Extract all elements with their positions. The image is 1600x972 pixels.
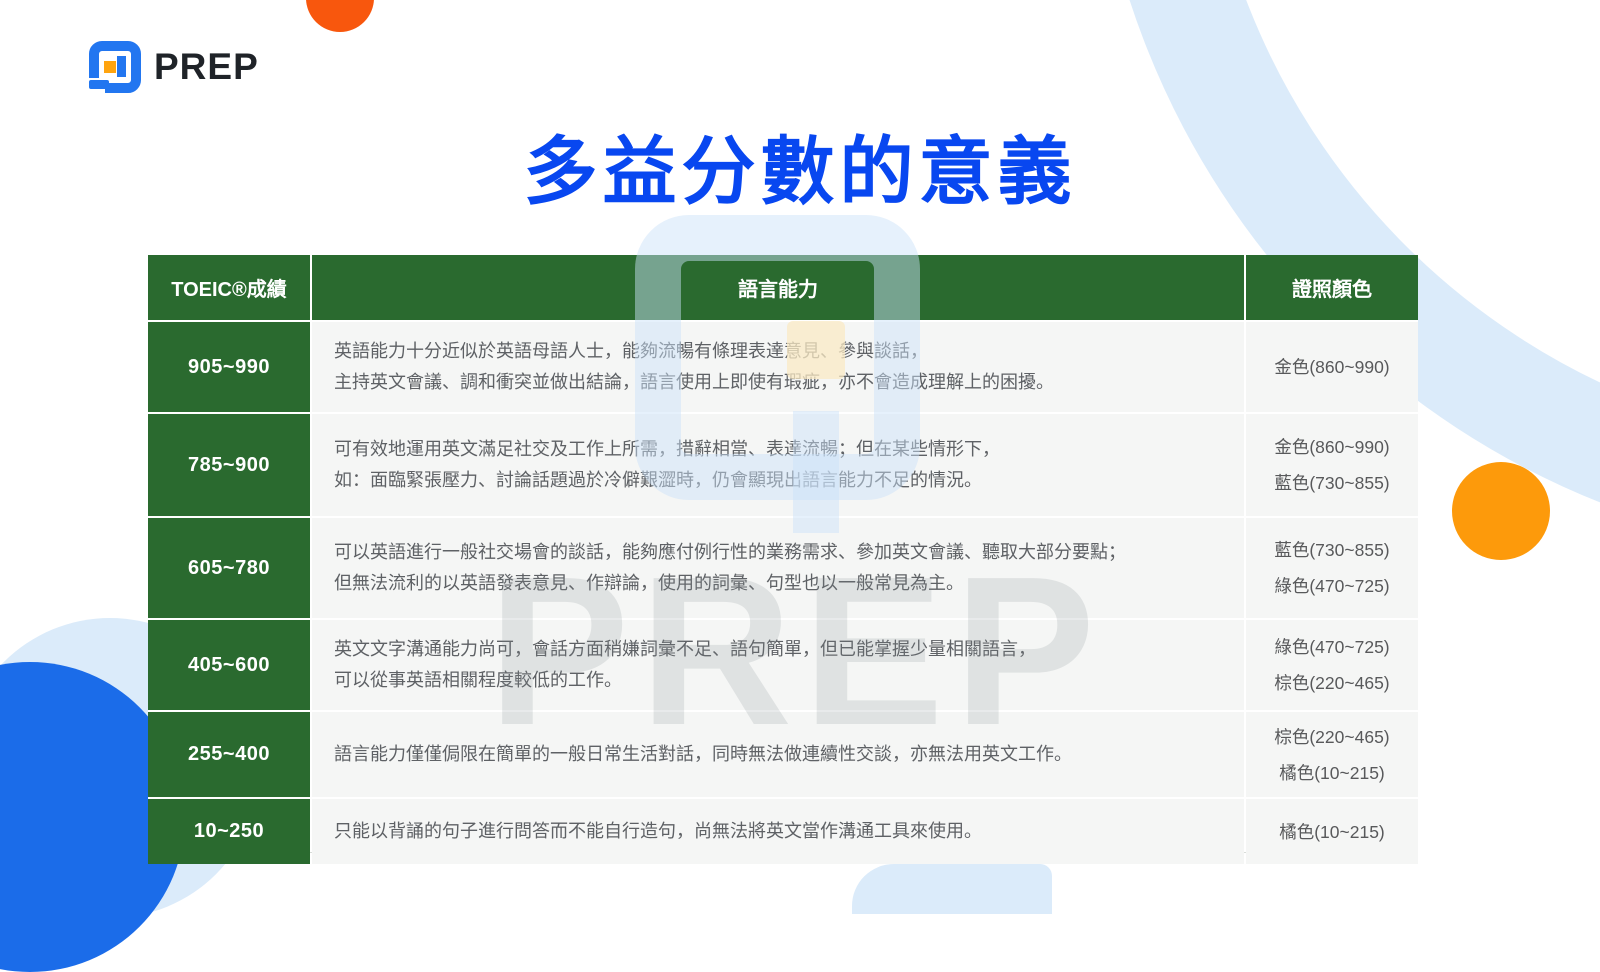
ability-line: 只能以背誦的句子進行問答而不能自行造句，尚無法將英文當作溝通工具來使用。 <box>334 816 982 847</box>
score-cell: 255~400 <box>148 712 310 797</box>
brand-logo: PREP <box>88 40 259 94</box>
brand-name: PREP <box>154 46 259 88</box>
certificate-color-cell: 橘色(10~215) <box>1246 799 1418 864</box>
ability-line: 主持英文會議、調和衝突並做出結論，語言使用上即使有瑕疵，亦不會造成理解上的困擾。 <box>334 367 1054 398</box>
ability-line: 英文文字溝通能力尚可，會話方面稍嫌詞彙不足、語句簡單，但已能掌握少量相關語言， <box>334 634 1036 665</box>
certificate-color-line: 棕色(220~465) <box>1274 722 1389 752</box>
certificate-color-cell: 金色(860~990) <box>1246 322 1418 412</box>
ability-cell: 可以英語進行一般社交場會的談話，能夠應付例行性的業務需求、參加英文會議、聽取大部… <box>312 518 1244 618</box>
header-certificate-color: 證照顏色 <box>1246 255 1418 320</box>
ability-line: 但無法流利的以英語發表意見、作辯論，使用的詞彙、句型也以一般常見為主。 <box>334 568 964 599</box>
header-language-ability: 語言能力 <box>312 255 1244 320</box>
ability-cell: 只能以背誦的句子進行問答而不能自行造句，尚無法將英文當作溝通工具來使用。 <box>312 799 1244 864</box>
certificate-color-line: 橘色(10~215) <box>1279 817 1385 847</box>
score-cell: 605~780 <box>148 518 310 618</box>
ability-line: 英語能力十分近似於英語母語人士，能夠流暢有條理表達意見、參與談話， <box>334 336 928 367</box>
score-cell: 10~250 <box>148 799 310 864</box>
ability-line: 可有效地運用英文滿足社交及工作上所需，措辭相當、表達流暢；但在某些情形下， <box>334 434 1000 465</box>
ability-line: 如：面臨緊張壓力、討論話題過於冷僻艱澀時，仍會顯現出語言能力不足的情況。 <box>334 465 982 496</box>
certificate-color-cell: 金色(860~990) 藍色(730~855) <box>1246 414 1418 516</box>
bottom-center-lightblue-shape <box>852 864 1052 914</box>
certificate-color-line: 橘色(10~215) <box>1279 758 1385 788</box>
ability-line: 可以從事英語相關程度較低的工作。 <box>334 665 622 696</box>
certificate-color-cell: 棕色(220~465) 橘色(10~215) <box>1246 712 1418 797</box>
right-orange-circle <box>1452 462 1550 560</box>
score-table: TOEIC®成績 語言能力 證照顏色 905~990英語能力十分近似於英語母語人… <box>148 255 1418 853</box>
certificate-color-line: 藍色(730~855) <box>1274 468 1389 498</box>
certificate-color-line: 藍色(730~855) <box>1274 535 1389 565</box>
certificate-color-line: 金色(860~990) <box>1274 352 1389 382</box>
top-orange-circle <box>306 0 374 32</box>
certificate-color-cell: 藍色(730~855) 綠色(470~725) <box>1246 518 1418 618</box>
certificate-color-cell: 綠色(470~725) 棕色(220~465) <box>1246 620 1418 710</box>
certificate-color-line: 綠色(470~725) <box>1274 571 1389 601</box>
prep-logo-icon <box>88 40 142 94</box>
ability-cell: 英語能力十分近似於英語母語人士，能夠流暢有條理表達意見、參與談話，主持英文會議、… <box>312 322 1244 412</box>
ability-cell: 可有效地運用英文滿足社交及工作上所需，措辭相當、表達流暢；但在某些情形下，如：面… <box>312 414 1244 516</box>
score-cell: 905~990 <box>148 322 310 412</box>
ability-line: 語言能力僅僅侷限在簡單的一般日常生活對話，同時無法做連續性交談，亦無法用英文工作… <box>334 739 1072 770</box>
ability-cell: 英文文字溝通能力尚可，會話方面稍嫌詞彙不足、語句簡單，但已能掌握少量相關語言，可… <box>312 620 1244 710</box>
certificate-color-line: 金色(860~990) <box>1274 432 1389 462</box>
certificate-color-line: 棕色(220~465) <box>1274 668 1389 698</box>
score-cell: 405~600 <box>148 620 310 710</box>
ability-cell: 語言能力僅僅侷限在簡單的一般日常生活對話，同時無法做連續性交談，亦無法用英文工作… <box>312 712 1244 797</box>
header-toeic-score: TOEIC®成績 <box>148 255 310 320</box>
ability-line: 可以英語進行一般社交場會的談話，能夠應付例行性的業務需求、參加英文會議、聽取大部… <box>334 537 1126 568</box>
page-title: 多益分數的意義 <box>0 112 1600 219</box>
score-cell: 785~900 <box>148 414 310 516</box>
certificate-color-line: 綠色(470~725) <box>1274 632 1389 662</box>
